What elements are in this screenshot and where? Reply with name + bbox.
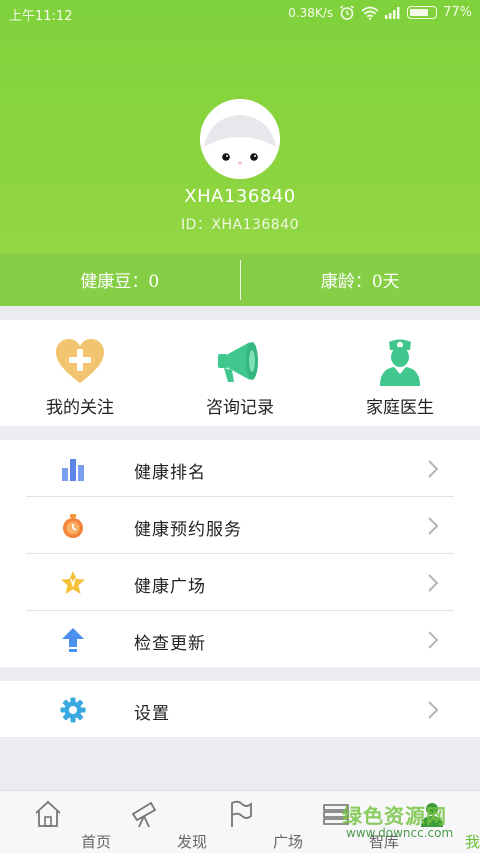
menu-item-label: 健康广场 [134,577,206,597]
battery-icon [407,6,438,19]
chevron-right-icon [428,574,439,592]
telescope-icon [131,801,157,828]
status-time: 上午11:12 [9,9,73,24]
quick-action-label: 咨询记录 [206,398,274,418]
watermark-text: 绿色资源网 [342,804,447,828]
stopwatch-icon [63,514,83,538]
watermark: 绿色资源网 www.downcc.com [316,800,472,846]
tab-home[interactable]: 首页 [0,791,111,853]
quick-actions: 我的关注 咨询记录 家庭医生 [0,320,480,426]
status-bar: 上午11:12 0.38K/s 77% [0,0,480,26]
quick-action-follow[interactable]: 我的关注 [0,320,160,426]
wifi-icon [361,6,379,20]
tab-square[interactable]: 广场 [192,791,303,853]
chevron-right-icon [428,460,439,478]
network-speed: 0.38K/s [288,5,334,20]
status-indicators: 0.38K/s 77% [288,5,472,20]
username: XHA136840 [184,186,296,207]
settings-section: 设置 [0,681,480,737]
heart-plus-icon [56,339,104,383]
gear-icon [60,697,86,723]
menu-item-settings[interactable]: 设置 [0,681,480,738]
menu-item-label: 健康预约服务 [134,520,242,540]
battery-level [410,9,429,16]
quick-action-family-doctor[interactable]: 家庭医生 [320,320,480,426]
chevron-right-icon [428,517,439,535]
menu-item-appointment[interactable]: 健康预约服务 [0,497,480,554]
avatar[interactable] [200,99,280,179]
megaphone-icon [218,342,258,382]
nurse-icon [380,339,420,386]
signal-icon [385,6,400,19]
profile-header: 上午11:12 0.38K/s 77% XHA136840 ID：XHA1368… [0,0,480,306]
flag-icon [231,800,252,827]
stats-bar: 健康豆：0 康龄：0天 [0,253,480,306]
hamster-avatar-icon [200,99,280,179]
menu-item-check-update[interactable]: 检查更新 [0,611,480,668]
chevron-right-icon [428,701,439,719]
menu-item-label: 健康排名 [134,463,206,483]
quick-action-label: 我的关注 [46,398,114,418]
chevron-right-icon [428,631,439,649]
user-id: ID：XHA136840 [180,217,300,233]
bar-chart-icon [62,459,84,481]
health-beans-stat[interactable]: 健康豆：0 [0,267,240,292]
quick-action-label: 家庭医生 [366,398,434,418]
quick-action-consult-records[interactable]: 咨询记录 [160,320,320,426]
watermark-url: www.downcc.com [346,826,454,840]
tab-discover[interactable]: 发现 [96,791,207,853]
menu-item-health-ranking[interactable]: 健康排名 [0,440,480,497]
home-icon [35,800,61,827]
menu-item-health-square[interactable]: 健康广场 [0,554,480,611]
menu-item-label: 检查更新 [134,634,206,654]
alarm-icon [340,5,355,20]
battery-percent: 77% [443,5,472,20]
menu-item-label: 设置 [134,704,170,724]
health-age-stat[interactable]: 康龄：0天 [241,267,480,292]
upload-arrow-icon [62,628,84,652]
menu-list: 健康排名 健康预约服务 健康广场 检查更新 [0,440,480,667]
star-icon [61,571,85,594]
